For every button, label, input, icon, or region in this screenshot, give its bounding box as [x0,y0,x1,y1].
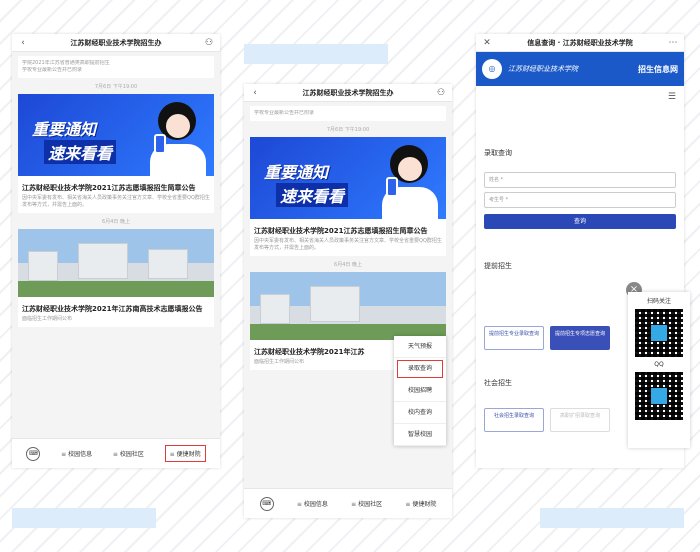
menu-tab-campus-info[interactable]: ≡ 校园信息 [61,449,92,458]
social-admission-query-button[interactable]: 社会招生录取查询 [484,408,544,432]
article-card-notice[interactable]: 重要通知 速来看看 江苏财经职业技术学院2021江苏志愿填报招生简章公告 因中央… [18,94,214,213]
name-field[interactable]: 姓名 * [484,172,676,188]
article-card-campus[interactable]: 江苏财经职业技术学院2021年江苏南高技术志愿填报公告 面临招生工作期间公布 [18,229,214,327]
school-logo-icon: ◎ [482,59,502,79]
message-date: 6月4日 晚上 [102,219,130,225]
article-card-notice[interactable]: 重要通知 速来看看 江苏财经职业技术学院2021江苏志愿填报招生简章公告 因中央… [250,137,446,256]
message-date: 7月6日 下午19:00 [326,127,370,133]
previous-article-snippet[interactable]: 学校专业最新公告并已附录 [250,106,446,121]
menu-tab-convenient[interactable]: ≡ 便捷财院 [405,499,436,508]
keyboard-icon[interactable]: ⌨ [259,496,274,511]
submenu-item-smart-campus[interactable]: 智慧校园 [394,424,446,446]
message-date: 7月6日 下午19:00 [94,84,138,90]
profile-icon[interactable]: ⚇ [204,38,214,48]
qq-qr-code [635,372,683,420]
close-icon[interactable]: ✕ [482,38,492,48]
school-name: 江苏财经职业技术学院 [508,65,578,73]
previous-article-snippet[interactable]: 学院2021年江苏省普通类高职提前招生 学校专业最新公告并已附录 [18,56,214,78]
message-date: 6月4日 晚上 [334,262,362,268]
hamburger-menu-icon[interactable]: ☰ [476,86,684,108]
submenu-item-weather[interactable]: 天气预报 [394,336,446,358]
menu-tab-campus-community[interactable]: ≡ 校园社区 [113,449,144,458]
early-special-query-button[interactable]: 提前招生专项志愿查询 [550,326,610,350]
more-icon[interactable]: ⋯ [668,38,678,48]
decor-block [12,508,156,528]
qq-label: QQ [654,361,664,368]
qr-code-panel: 扫码关注 QQ [628,292,690,448]
submenu-item-campus-query[interactable]: 校内查询 [394,402,446,424]
page-title: 江苏财经职业技术学院招生办 [302,88,394,97]
qr-title: 扫码关注 [646,298,671,305]
phone-screen-2: ‹ 江苏财经职业技术学院招生办 ⚇ 学校专业最新公告并已附录 7月6日 下午19… [244,84,452,518]
nav-bar: ‹ 江苏财经职业技术学院招生办 ⚇ [244,84,452,102]
nav-bar: ✕ 信息查询 · 江苏财经职业技术学院 ⋯ [476,34,684,52]
bottom-menu-bar: ⌨ ≡ 校园信息 ≡ 校园社区 ≡ 便捷财院 [12,438,220,468]
expanded-admission-query-button[interactable]: 高职扩招录取查询 [550,408,610,432]
notice-banner: 重要通知 速来看看 [250,137,446,219]
submenu-item-recruitment[interactable]: 校园招聘 [394,380,446,402]
phone-screen-1: ‹ 江苏财经职业技术学院招生办 ⚇ 学院2021年江苏省普通类高职提前招生 学校… [12,34,220,468]
keyboard-icon[interactable]: ⌨ [26,446,41,461]
notice-banner: 重要通知 速来看看 [18,94,214,176]
menu-tab-convenient[interactable]: ≡ 便捷财院 [164,445,206,462]
nav-bar: ‹ 江苏财经职业技术学院招生办 ⚇ [12,34,220,52]
section-title-early-admission: 提前招生 [484,262,512,270]
menu-tab-campus-community[interactable]: ≡ 校园社区 [351,499,382,508]
article-description: 面临招生工作期间公布 [22,316,73,322]
menu-tab-campus-info[interactable]: ≡ 校园信息 [297,499,328,508]
back-icon[interactable]: ‹ [250,88,260,98]
article-description: 因中央军委有发布、相关省海关人员政策事务关注官方文章、学校全省重要QQ群招生发布… [254,238,442,251]
submenu-popup: 天气预报 录取查询 校园招聘 校内查询 智慧校园 [394,336,446,446]
article-title: 江苏财经职业技术学院2021年江苏南高技术志愿填报公告 [22,305,203,313]
query-button[interactable]: 查询 [484,214,676,229]
profile-icon[interactable]: ⚇ [436,88,446,98]
exam-number-field[interactable]: 考生号 * [484,192,676,208]
section-title-social-admission: 社会招生 [484,379,512,387]
submenu-item-admission-query[interactable]: 录取查询 [397,360,443,378]
decor-block [244,44,388,64]
bottom-menu-bar: ⌨ ≡ 校园信息 ≡ 校园社区 ≡ 便捷财院 [244,488,452,518]
article-title: 江苏财经职业技术学院2021江苏志愿填报招生简章公告 [254,227,428,235]
wechat-qr-code [635,309,683,357]
page-title: 江苏财经职业技术学院招生办 [70,38,162,47]
page-title: 信息查询 · 江苏财经职业技术学院 [527,38,633,47]
site-header: ◎ 江苏财经职业技术学院 招生信息网 [476,52,684,86]
back-icon[interactable]: ‹ [18,38,28,48]
section-title-admission-query: 录取查询 [484,149,512,157]
site-tag: 招生信息网 [638,64,678,74]
decor-block [540,508,684,528]
article-description: 因中央军委有发布、相关省海关人员政策事务关注官方文章、学校全省重要QQ群招生发布… [22,195,210,208]
early-admission-query-button[interactable]: 提前招生专业录取查询 [484,326,544,350]
campus-photo [250,272,446,340]
campus-photo [18,229,214,297]
article-title: 江苏财经职业技术学院2021江苏志愿填报招生简章公告 [22,184,196,192]
